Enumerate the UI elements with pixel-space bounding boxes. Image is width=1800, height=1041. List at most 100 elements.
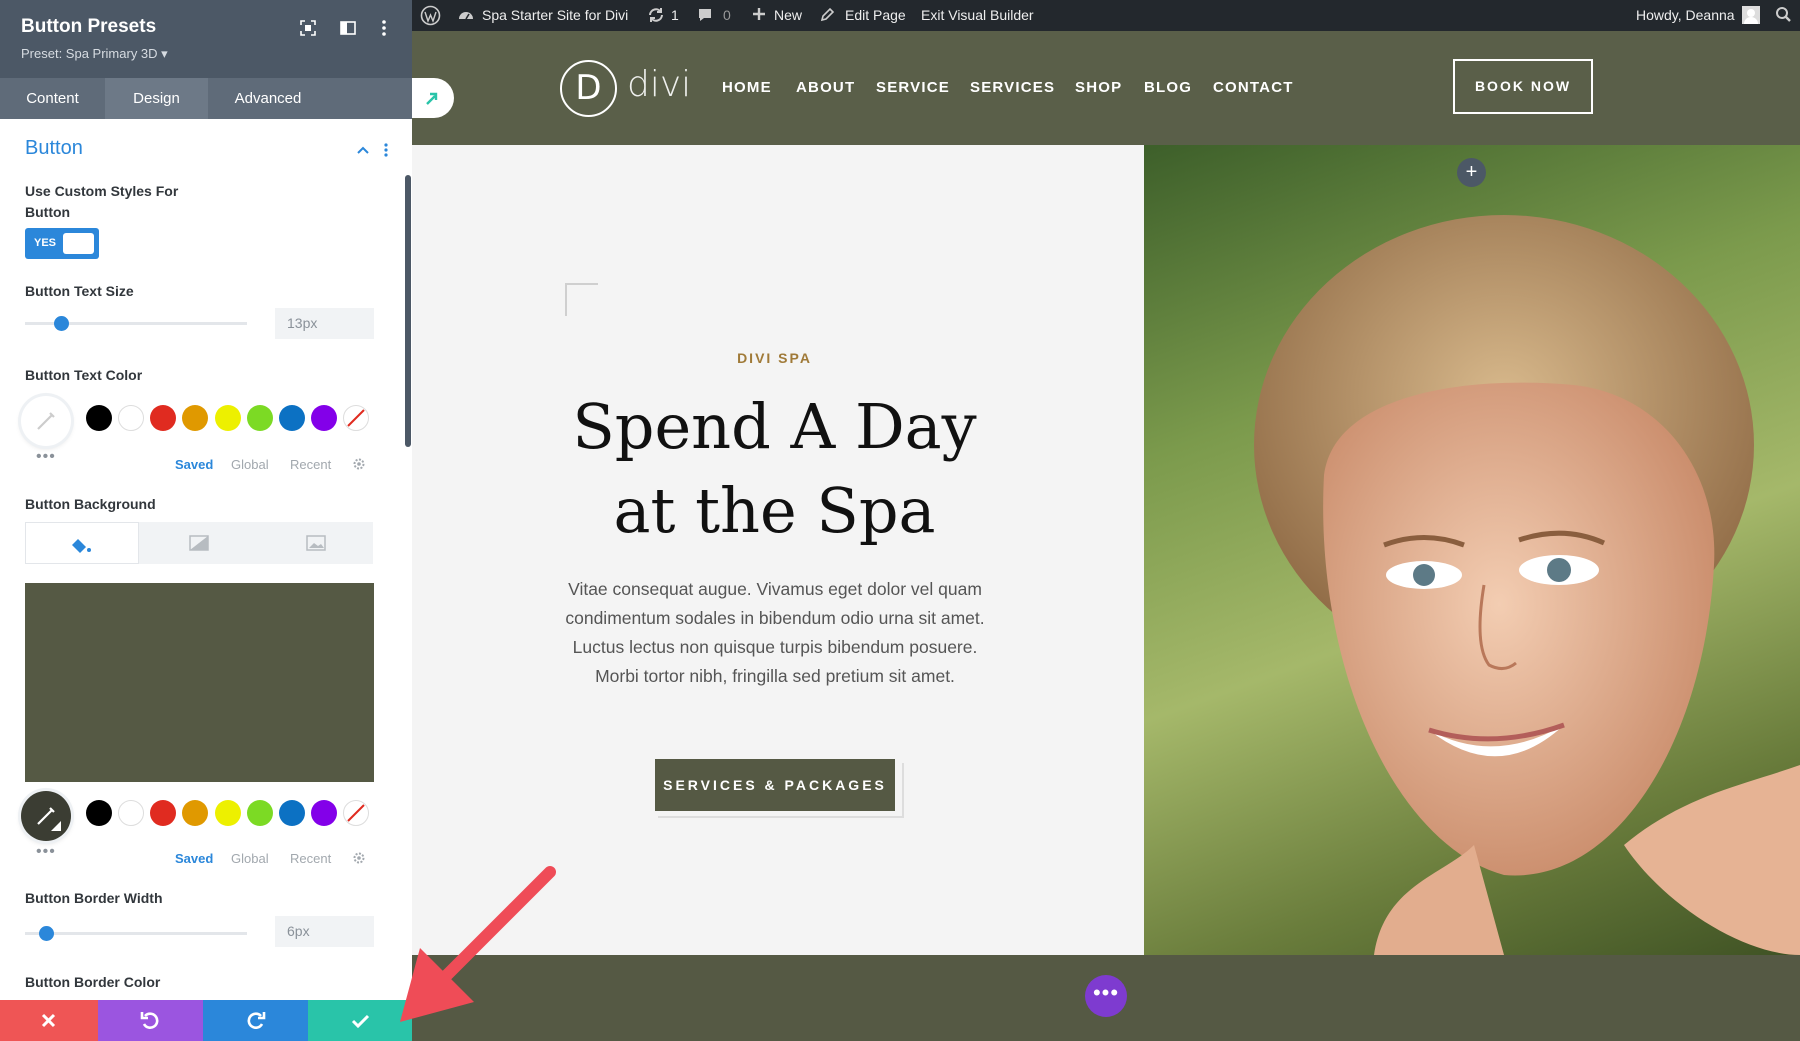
- section-title[interactable]: Button: [25, 137, 83, 160]
- user-greeting[interactable]: Howdy, Deanna: [1636, 7, 1735, 23]
- gear-icon[interactable]: [352, 457, 366, 471]
- gradient-icon: [189, 535, 209, 551]
- nav-services[interactable]: SERVICES: [970, 79, 1055, 96]
- toggle-label: YES: [34, 237, 57, 249]
- pencil-icon[interactable]: [820, 7, 835, 22]
- tab-content[interactable]: Content: [0, 78, 105, 119]
- swatch-orange[interactable]: [182, 800, 208, 826]
- nav-home[interactable]: HOME: [722, 79, 772, 96]
- updates-count[interactable]: 1: [671, 7, 679, 23]
- bg-image-tab[interactable]: [259, 522, 373, 564]
- more-colors-icon[interactable]: •••: [36, 448, 56, 466]
- logo-text[interactable]: divi: [627, 64, 691, 105]
- discard-button[interactable]: [0, 1000, 98, 1041]
- hero-heading-line2: at the Spa: [613, 474, 936, 547]
- palette-global-link[interactable]: Global: [231, 457, 269, 472]
- updates-icon[interactable]: [647, 6, 665, 24]
- swatch-black[interactable]: [86, 405, 112, 431]
- background-color-preview[interactable]: [25, 583, 374, 782]
- nav-about[interactable]: ABOUT: [796, 79, 855, 96]
- image-icon: [306, 535, 326, 551]
- undo-button[interactable]: [98, 1000, 203, 1041]
- columns-icon[interactable]: [338, 18, 358, 38]
- page-settings-toggle[interactable]: [412, 78, 454, 118]
- hero-heading-line1: Spend A Day: [572, 390, 977, 463]
- swatch-orange[interactable]: [182, 405, 208, 431]
- tab-design[interactable]: Design: [105, 78, 208, 119]
- border-width-input[interactable]: 6px: [275, 916, 374, 947]
- preset-selector[interactable]: Preset: Spa Primary 3D ▾: [21, 46, 168, 62]
- plus-icon[interactable]: [751, 6, 767, 22]
- avatar[interactable]: [1742, 6, 1760, 24]
- more-options-icon[interactable]: [374, 18, 394, 38]
- swatch-yellow[interactable]: [215, 405, 241, 431]
- hero-heading: Spend A Day at the Spa: [412, 385, 1137, 553]
- fullscreen-icon[interactable]: [298, 18, 318, 38]
- hero-body-text: Vitae consequat augue. Vivamus eget dolo…: [565, 579, 985, 686]
- builder-menu-button[interactable]: •••: [1085, 975, 1127, 1017]
- panel-scrollbar[interactable]: [405, 175, 411, 447]
- section-menu-icon[interactable]: [383, 142, 389, 158]
- swatch-green[interactable]: [247, 405, 273, 431]
- text-size-slider[interactable]: [25, 316, 247, 331]
- reload-icon: [426, 92, 438, 105]
- logo-mark[interactable]: D: [560, 60, 617, 117]
- swatch-none[interactable]: [343, 405, 369, 431]
- comments-icon[interactable]: [697, 7, 713, 23]
- swatch-black[interactable]: [86, 800, 112, 826]
- nav-contact[interactable]: CONTACT: [1213, 79, 1294, 96]
- close-icon: [41, 1013, 56, 1028]
- text-color-label: Button Text Color: [25, 367, 143, 383]
- palette-recent-link[interactable]: Recent: [290, 851, 331, 866]
- nav-blog[interactable]: BLOG: [1144, 79, 1192, 96]
- text-size-input[interactable]: 13px: [275, 308, 374, 339]
- swatch-white[interactable]: [118, 405, 144, 431]
- undo-icon: [140, 1012, 159, 1029]
- tab-advanced[interactable]: Advanced: [208, 78, 328, 119]
- gear-icon[interactable]: [352, 851, 366, 865]
- background-label: Button Background: [25, 496, 156, 512]
- bg-gradient-tab[interactable]: [142, 522, 256, 564]
- edit-page-link[interactable]: Edit Page: [845, 7, 906, 23]
- slider-handle[interactable]: [39, 926, 55, 941]
- custom-styles-label: Use Custom Styles For Button: [25, 183, 179, 220]
- swatch-white[interactable]: [118, 800, 144, 826]
- search-icon[interactable]: [1775, 6, 1792, 23]
- new-link[interactable]: New: [774, 7, 802, 23]
- site-name-link[interactable]: Spa Starter Site for Divi: [482, 7, 628, 23]
- swatch-green[interactable]: [247, 800, 273, 826]
- swatch-blue[interactable]: [279, 800, 305, 826]
- swatch-purple[interactable]: [311, 405, 337, 431]
- book-now-button[interactable]: BOOK NOW: [1453, 59, 1593, 114]
- more-colors-icon[interactable]: •••: [36, 843, 56, 861]
- custom-styles-toggle[interactable]: YES: [25, 228, 99, 259]
- wordpress-logo-icon[interactable]: [420, 5, 441, 26]
- swatch-yellow[interactable]: [215, 800, 241, 826]
- admin-bar: Spa Starter Site for Divi 1 0 New Edit P…: [412, 0, 1800, 31]
- dashboard-icon[interactable]: [457, 6, 475, 24]
- add-module-button[interactable]: +: [1457, 158, 1486, 187]
- palette-saved-link[interactable]: Saved: [175, 851, 213, 866]
- slider-handle[interactable]: [53, 316, 69, 331]
- services-packages-button[interactable]: SERVICES & PACKAGES: [655, 759, 895, 811]
- swatch-red[interactable]: [150, 405, 176, 431]
- nav-shop[interactable]: SHOP: [1075, 79, 1122, 96]
- panel-tabs: Content Design Advanced: [0, 78, 412, 119]
- swatch-purple[interactable]: [311, 800, 337, 826]
- panel-header: Button Presets Preset: Spa Primary 3D ▾: [0, 0, 412, 78]
- comments-count[interactable]: 0: [723, 7, 731, 23]
- swatch-red[interactable]: [150, 800, 176, 826]
- redo-button[interactable]: [203, 1000, 308, 1041]
- exit-builder-link[interactable]: Exit Visual Builder: [921, 7, 1034, 23]
- nav-service[interactable]: SERVICE: [876, 79, 950, 96]
- woman-portrait-illustration: [1254, 215, 1800, 955]
- text-size-label: Button Text Size: [25, 283, 134, 299]
- chevron-up-icon[interactable]: [356, 143, 370, 157]
- border-width-slider[interactable]: [25, 926, 247, 941]
- bg-color-tab[interactable]: [25, 522, 139, 564]
- palette-saved-link[interactable]: Saved: [175, 457, 213, 472]
- swatch-none[interactable]: [343, 800, 369, 826]
- palette-recent-link[interactable]: Recent: [290, 457, 331, 472]
- palette-global-link[interactable]: Global: [231, 851, 269, 866]
- swatch-blue[interactable]: [279, 405, 305, 431]
